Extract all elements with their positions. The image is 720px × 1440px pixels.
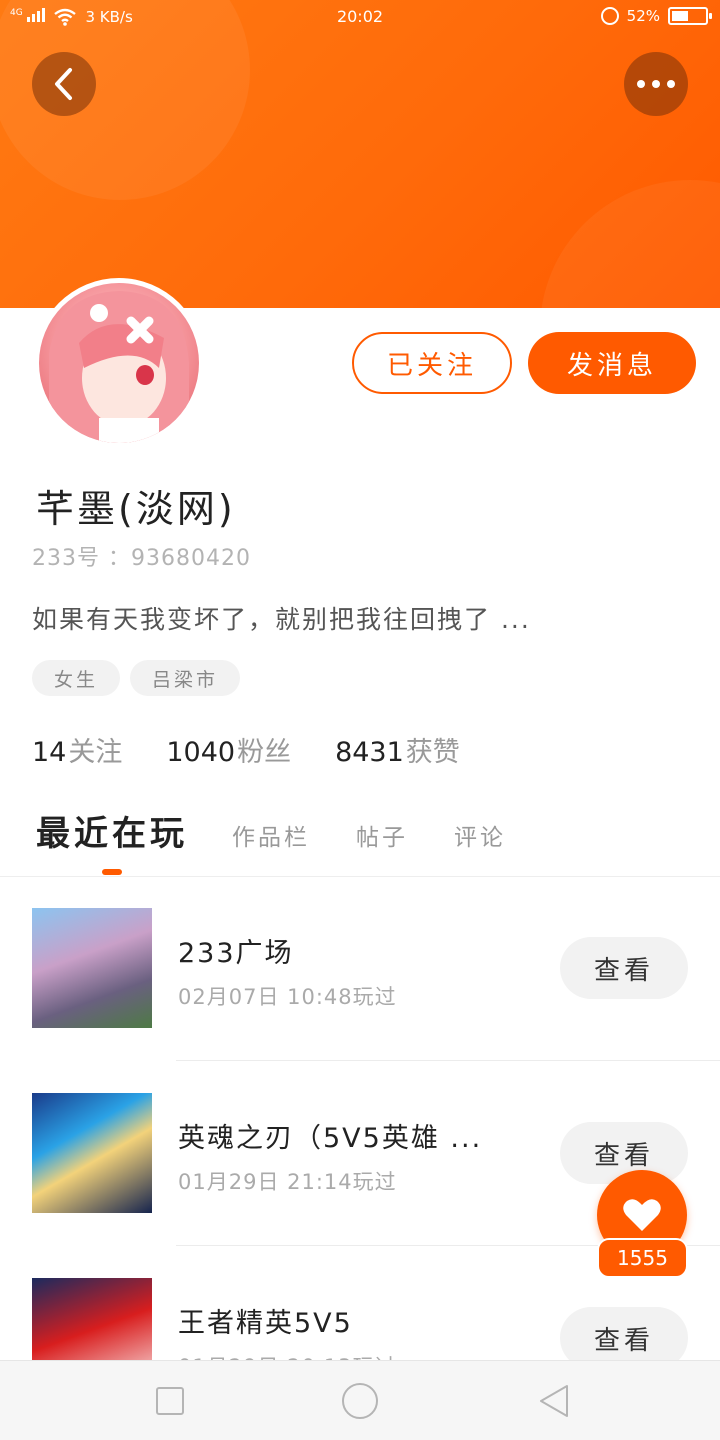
avatar-image	[39, 283, 199, 443]
view-button[interactable]: 查看	[560, 937, 688, 999]
rotation-lock-icon	[600, 7, 619, 25]
heart-icon	[623, 1199, 661, 1231]
username: 芊墨(淡网)	[36, 487, 236, 531]
battery-percent: 52%	[626, 7, 660, 25]
more-button[interactable]	[624, 52, 688, 116]
square-icon	[156, 1387, 184, 1415]
back-nav-button[interactable]	[534, 1381, 574, 1421]
battery-icon	[668, 7, 712, 25]
send-message-button[interactable]: 发消息	[528, 332, 696, 394]
stat-fans-count: 1040	[166, 737, 236, 768]
avatar[interactable]	[34, 278, 204, 448]
triangle-back-icon	[540, 1385, 568, 1417]
following-button[interactable]: 已关注	[352, 332, 512, 394]
user-stats: 14关注 1040粉丝 8431获赞	[32, 730, 460, 769]
stat-fans-label: 粉丝	[237, 737, 292, 768]
active-tab-indicator	[102, 869, 122, 875]
tag-gender: 女生	[32, 660, 121, 696]
game-title: 233广场	[178, 938, 294, 969]
recents-button[interactable]	[150, 1381, 190, 1421]
user-id: 233号 ：93680420	[32, 546, 251, 571]
chevron-left-icon	[55, 68, 72, 100]
game-last-played: 01月29日 20:13玩过	[178, 1351, 397, 1360]
game-title: 王者精英5V5	[178, 1308, 353, 1339]
system-nav-bar	[0, 1360, 720, 1440]
game-title: 英魂之刃（5V5英雄 ...	[178, 1123, 483, 1154]
game-icon[interactable]	[32, 1093, 152, 1213]
divider	[176, 1060, 720, 1061]
view-button[interactable]: 查看	[560, 1307, 688, 1360]
recent-games-list: 233广场 02月07日 10:48玩过 查看 英魂之刃（5V5英雄 ... 0…	[0, 877, 720, 1360]
stat-fans[interactable]: 1040粉丝	[166, 730, 291, 769]
game-last-played: 02月07日 10:48玩过	[178, 985, 397, 1009]
status-bar: 4G 3 KB/s 20:02 52%	[0, 0, 720, 36]
profile-tabs: 最近在玩 作品栏 帖子 评论	[36, 806, 552, 855]
avatar-illustration	[49, 291, 189, 443]
game-icon[interactable]	[32, 908, 152, 1028]
stat-following[interactable]: 14关注	[32, 730, 122, 769]
circle-icon	[342, 1383, 378, 1419]
stat-likes-count: 8431	[335, 737, 404, 768]
tab-comments[interactable]: 评论	[454, 818, 506, 852]
list-item[interactable]: 233广场 02月07日 10:48玩过 查看	[0, 877, 720, 1062]
back-button[interactable]	[32, 52, 96, 116]
home-button[interactable]	[340, 1381, 380, 1421]
tag-location: 吕梁市	[130, 660, 241, 696]
game-icon[interactable]	[32, 1278, 152, 1360]
stat-following-count: 14	[32, 737, 67, 768]
tab-posts[interactable]: 帖子	[356, 818, 408, 852]
stat-likes: 8431获赞	[335, 730, 460, 769]
more-dots-icon	[637, 80, 675, 88]
stat-following-label: 关注	[68, 737, 123, 768]
like-count: 1555	[597, 1238, 688, 1278]
user-bio: 如果有天我变坏了，就别把我往回拽了 ...	[32, 605, 531, 634]
tab-works[interactable]: 作品栏	[232, 818, 310, 852]
user-tags: 女生 吕梁市	[32, 660, 241, 696]
profile-header: 4G 3 KB/s 20:02 52%	[0, 0, 720, 308]
header-decoration	[540, 180, 720, 308]
game-last-played: 01月29日 21:14玩过	[178, 1170, 397, 1194]
tab-recently-played[interactable]: 最近在玩	[36, 806, 188, 855]
stat-likes-label: 获赞	[405, 737, 460, 768]
